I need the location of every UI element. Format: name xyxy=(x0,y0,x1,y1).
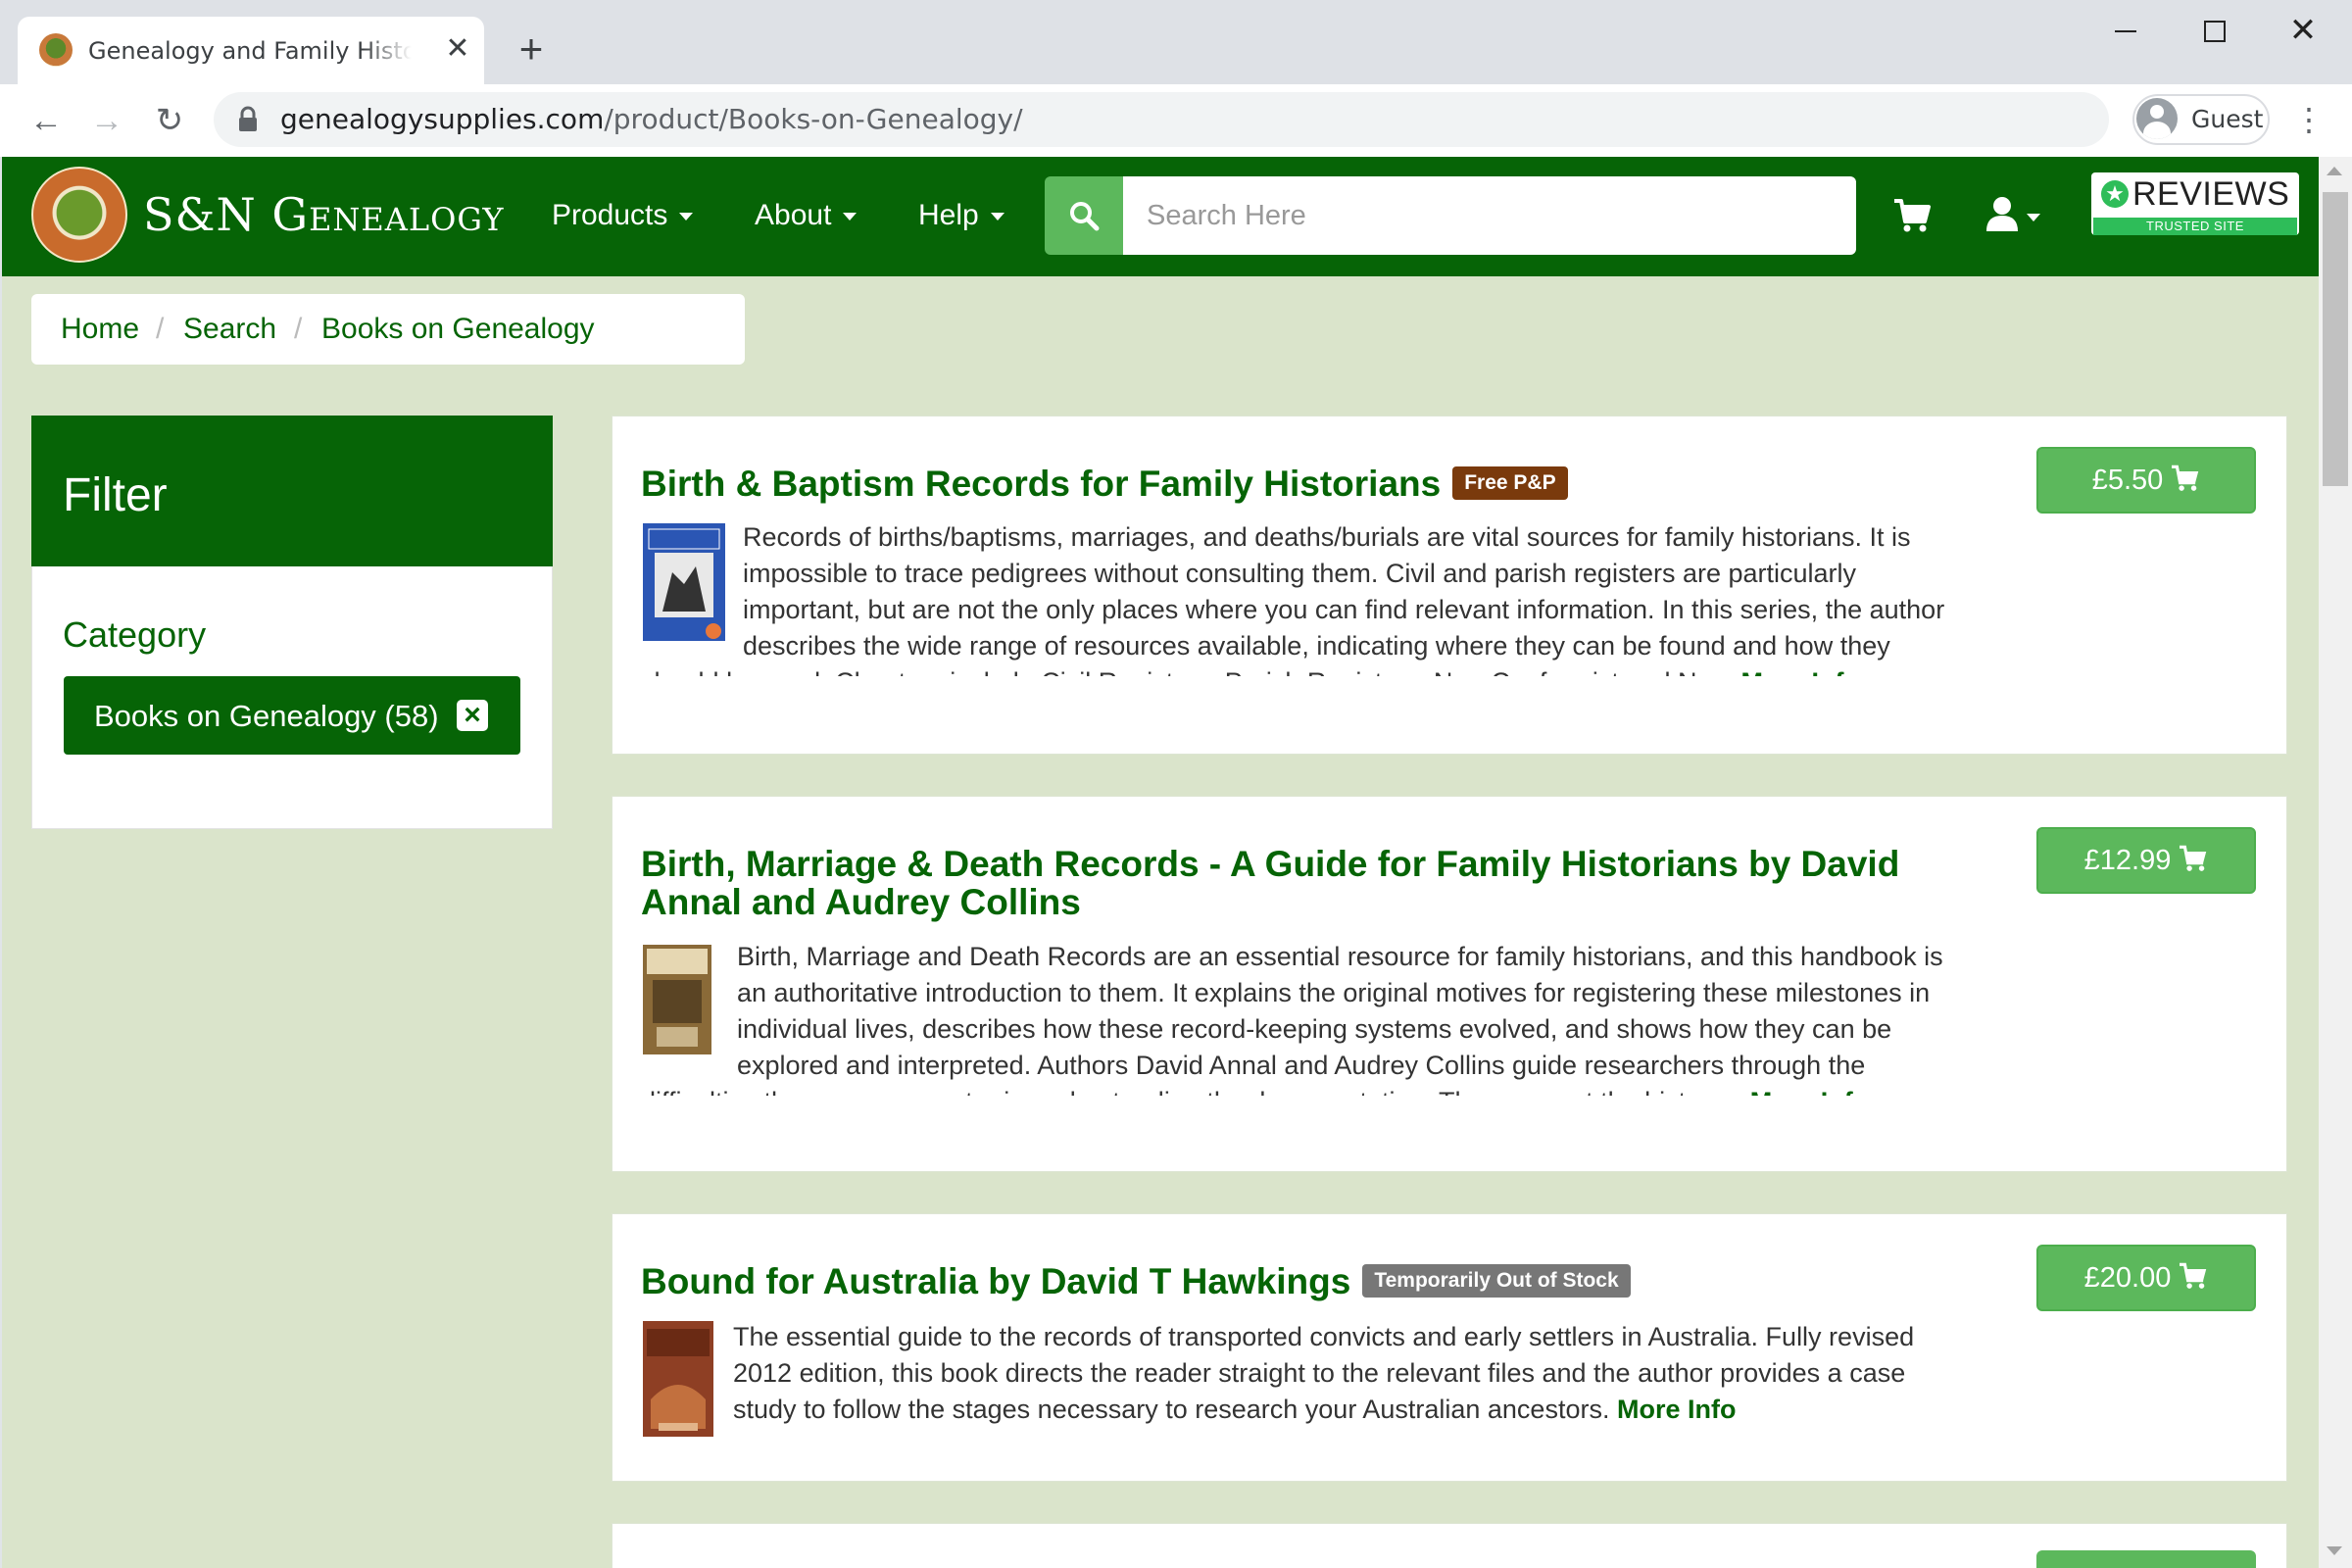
user-caret-icon[interactable] xyxy=(2027,214,2040,221)
add-to-cart-button[interactable]: £12.99 xyxy=(2036,827,2256,894)
more-info-link[interactable]: More Info xyxy=(1617,1395,1737,1424)
free-postage-badge: Free P&P xyxy=(1452,466,1568,501)
page-viewport: S&N Genealogy Products About Help ★ REVI… xyxy=(2,157,2319,1568)
product-description: Records of births/baptisms, marriages, a… xyxy=(641,519,1974,676)
scroll-up-arrow-icon[interactable] xyxy=(2327,167,2342,175)
logo-emblem-icon[interactable] xyxy=(31,167,127,263)
profile-avatar-icon xyxy=(2136,98,2178,139)
breadcrumb-separator: / xyxy=(156,313,165,345)
price-label: £5.50 xyxy=(2091,465,2164,496)
breadcrumb-current[interactable]: Books on Genealogy xyxy=(321,312,595,347)
reviews-label: REVIEWS xyxy=(2132,175,2290,213)
more-info-link[interactable]: More Info xyxy=(1741,667,1861,676)
url-host: genealogysupplies.com xyxy=(280,103,605,135)
price-label: £20.00 xyxy=(2083,1262,2172,1294)
search-input[interactable] xyxy=(1123,176,1856,255)
add-to-cart-button[interactable]: £5.50 xyxy=(2036,447,2256,514)
new-tab-button[interactable]: + xyxy=(512,28,551,70)
nav-products-label: Products xyxy=(552,199,668,231)
product-description: Birth, Marriage and Death Records are an… xyxy=(641,939,1974,1096)
product-title[interactable]: Bound for Australia by David T Hawkings T… xyxy=(641,1262,1993,1300)
product-description-text: Birth, Marriage and Death Records are an… xyxy=(641,942,1943,1096)
lock-icon xyxy=(239,106,257,131)
add-to-cart-button[interactable] xyxy=(2036,1550,2256,1568)
tab-close-icon[interactable]: ✕ xyxy=(441,32,474,66)
product-title[interactable]: Birth & Baptism Records for Family Histo… xyxy=(641,465,1993,503)
browser-menu-icon[interactable]: ⋮ xyxy=(2293,98,2325,141)
search-icon xyxy=(1070,202,1100,231)
caret-down-icon xyxy=(843,213,858,221)
reload-icon[interactable]: ↻ xyxy=(145,96,194,145)
profile-label: Guest xyxy=(2191,105,2264,133)
site-favicon-icon xyxy=(39,33,73,67)
product-title-text: Bound for Australia by David T Hawkings xyxy=(641,1261,1351,1301)
breadcrumb-separator: / xyxy=(294,313,303,345)
window-close-button[interactable]: ✕ xyxy=(2274,14,2332,49)
url-path: /product/Books-on-Genealogy/ xyxy=(604,103,1023,135)
product-title-text: Birth, Marriage & Death Records - A Guid… xyxy=(641,844,1900,922)
url-text[interactable]: genealogysupplies.com/product/Books-on-G… xyxy=(280,102,1023,137)
nav-about-label: About xyxy=(755,199,832,231)
caret-down-icon xyxy=(990,213,1004,221)
price-label: £12.99 xyxy=(2083,845,2172,876)
scroll-down-arrow-icon[interactable] xyxy=(2327,1546,2342,1555)
category-label: Category xyxy=(63,614,207,655)
star-icon: ★ xyxy=(2101,180,2129,208)
forward-arrow-icon[interactable]: → xyxy=(82,96,131,145)
add-to-cart-button[interactable]: £20.00 xyxy=(2036,1245,2256,1311)
cart-icon xyxy=(2172,466,2199,492)
search-button[interactable] xyxy=(1045,176,1123,255)
scrollbar-thumb[interactable] xyxy=(2323,192,2348,486)
tab-title: Genealogy and Family History Products xyxy=(88,37,412,65)
site-header: S&N Genealogy Products About Help ★ REVI… xyxy=(2,157,2319,276)
nav-about[interactable]: About xyxy=(755,196,858,235)
nav-help-label: Help xyxy=(918,199,979,231)
user-icon[interactable] xyxy=(1985,196,2019,231)
out-of-stock-badge: Temporarily Out of Stock xyxy=(1362,1264,1631,1298)
filter-title: Filter xyxy=(63,469,168,521)
cart-icon xyxy=(2180,846,2207,872)
nav-help[interactable]: Help xyxy=(918,196,1004,235)
cart-icon[interactable] xyxy=(1893,198,1931,233)
more-info-link[interactable]: More Info xyxy=(1750,1087,1870,1096)
nav-products[interactable]: Products xyxy=(552,196,694,235)
browser-tab[interactable]: Genealogy and Family History Products ✕ xyxy=(18,17,484,84)
back-arrow-icon[interactable]: ← xyxy=(22,96,71,145)
caret-down-icon xyxy=(679,213,694,221)
product-title-text: Birth & Baptism Records for Family Histo… xyxy=(641,464,1442,504)
product-description-text: The essential guide to the records of tr… xyxy=(733,1322,1915,1424)
breadcrumb-search[interactable]: Search xyxy=(183,312,276,347)
remove-filter-icon[interactable]: × xyxy=(457,700,488,731)
product-description: The essential guide to the records of tr… xyxy=(641,1319,1974,1437)
product-title[interactable]: Birth, Marriage & Death Records - A Guid… xyxy=(641,845,1993,921)
cart-icon xyxy=(2180,1263,2207,1290)
reviews-sublabel: TRUSTED SITE xyxy=(2093,218,2297,235)
breadcrumb-home[interactable]: Home xyxy=(61,312,139,347)
window-minimize-button[interactable] xyxy=(2095,14,2154,49)
window-maximize-button[interactable] xyxy=(2183,14,2242,49)
product-description-text: Records of births/baptisms, marriages, a… xyxy=(641,522,1945,676)
logo-text[interactable]: S&N Genealogy xyxy=(143,184,505,245)
category-chip-label: Books on Genealogy (58) xyxy=(94,699,439,733)
